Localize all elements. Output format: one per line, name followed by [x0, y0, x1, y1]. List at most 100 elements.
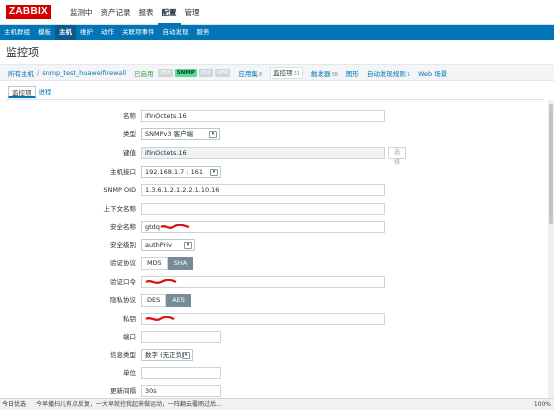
tab-label: 监控项	[273, 68, 293, 77]
menu-reports[interactable]: 报表	[135, 0, 158, 25]
tab-web-scenarios[interactable]: Web 场景	[418, 68, 447, 78]
auth-md5-option[interactable]: MD5	[141, 257, 168, 270]
daily-picks-link[interactable]: 今日优选	[2, 399, 26, 410]
select-key-button[interactable]: 选择	[388, 147, 407, 166]
submenu-host-groups[interactable]: 主机群组	[0, 25, 34, 40]
breadcrumb-host[interactable]: snmp_test_huaweifirewall	[42, 69, 126, 77]
submenu-templates[interactable]: 模板	[34, 25, 55, 40]
row-security-level: 安全级别 authPriv ▾	[0, 239, 554, 252]
interface-select[interactable]: 192.168.1.7 : 161 ▾	[141, 166, 221, 178]
auth-pass-input[interactable]	[141, 276, 385, 288]
top-bar: ZABBIX 监测中 资产记录 报表 配置 管理	[0, 0, 554, 25]
type-select[interactable]: SNMPv3 客户端 ▾	[141, 128, 220, 140]
auth-protocol-toggle: MD5 SHA	[141, 257, 194, 270]
security-name-label: 安全名称	[110, 223, 136, 231]
breadcrumb-separator: /	[37, 68, 40, 77]
name-input[interactable]: ifInOctets.16	[141, 110, 385, 122]
oid-label: SNMP OID	[103, 186, 136, 194]
interval-label: 更新间隔	[110, 387, 136, 395]
menu-inventory[interactable]: 资产记录	[97, 0, 135, 25]
host-status-enabled: 已启用	[134, 69, 154, 78]
page-scrollbar[interactable]	[548, 100, 554, 398]
menu-monitoring[interactable]: 监测中	[66, 0, 97, 25]
tab-label: 自动发现规则	[366, 69, 406, 78]
row-auth-pass: 验证口令	[0, 276, 554, 289]
context-input[interactable]	[141, 203, 385, 215]
tab-label: 应用集	[238, 69, 258, 78]
priv-key-label: 私钥	[123, 315, 136, 323]
snmp-badge: SNMP	[174, 68, 197, 77]
row-name: 名称 ifInOctets.16	[0, 110, 554, 123]
context-label: 上下文名称	[103, 205, 137, 213]
row-key: 键值 ifInOctets.16 选择	[0, 147, 554, 166]
tab-discovery-rules[interactable]: 自动发现规则1	[367, 68, 410, 78]
row-security-name: 安全名称 gtdq	[0, 221, 554, 234]
tab-count: 38	[331, 71, 338, 78]
row-oid: SNMP OID 1.3.6.1.2.1.2.2.1.10.16	[0, 184, 554, 197]
page-title: 监控项	[6, 46, 39, 59]
row-interval: 更新间隔 30s	[0, 385, 554, 398]
security-name-value: gtdq	[145, 223, 160, 231]
priv-protocol-label: 隐私协议	[110, 296, 136, 304]
tab-graphs[interactable]: 图形	[346, 68, 359, 78]
zabbix-logo[interactable]: ZABBIX	[6, 5, 52, 19]
auth-protocol-label: 验证协议	[110, 259, 136, 267]
units-label: 单位	[123, 369, 136, 377]
tab-count: 1	[406, 71, 410, 78]
submenu-actions[interactable]: 动作	[97, 25, 118, 40]
tab-count: 8	[258, 71, 263, 78]
security-level-select[interactable]: authPriv ▾	[141, 239, 195, 251]
scrollbar-thumb[interactable]	[549, 104, 553, 224]
key-input[interactable]: ifInOctets.16	[141, 147, 385, 159]
priv-aes-option[interactable]: AES	[166, 294, 191, 307]
row-interface: 主机接口 192.168.1.7 : 161 ▾	[0, 166, 554, 179]
auth-sha-option[interactable]: SHA	[167, 257, 194, 270]
breadcrumb: 所有主机 / snmp_test_huaweifirewall 已启用 ZBX …	[0, 64, 554, 81]
submenu-hosts[interactable]: 主机	[55, 25, 76, 40]
tab-count: 31	[293, 70, 300, 77]
submenu-services[interactable]: 服务	[193, 25, 214, 40]
name-label: 名称	[123, 112, 136, 120]
key-label: 键值	[123, 149, 136, 157]
form-tab-item[interactable]: 监控项	[8, 86, 36, 98]
row-priv-key: 私钥	[0, 313, 554, 326]
port-input[interactable]	[141, 331, 221, 343]
tab-items[interactable]: 监控项31	[270, 66, 303, 79]
priv-protocol-toggle: DES AES	[141, 294, 191, 307]
tab-label: 图形	[345, 69, 359, 78]
port-label: 端口	[123, 333, 136, 341]
row-port: 端口	[0, 331, 554, 344]
chevron-down-icon: ▾	[209, 131, 217, 138]
chevron-down-icon: ▾	[184, 242, 192, 249]
menu-configuration[interactable]: 配置	[157, 0, 181, 25]
units-input[interactable]	[141, 367, 221, 379]
tab-label: 触发器	[310, 69, 331, 78]
jmx-badge: JMX	[198, 68, 214, 77]
row-auth-protocol: 验证协议 MD5 SHA	[0, 257, 554, 270]
value-type-select[interactable]: 数字 (无正负) ▾	[141, 349, 193, 361]
form-tab-preprocessing[interactable]: 进程	[36, 86, 55, 99]
news-ticker[interactable]: 今早播扫儿有点反复，一大早就控我起来做运动，一阵翻云覆雨过后...	[36, 399, 222, 410]
tab-triggers[interactable]: 触发器38	[311, 68, 338, 78]
menu-administration[interactable]: 管理	[181, 0, 204, 25]
zoom-level[interactable]: 100%	[534, 399, 551, 410]
security-name-input[interactable]: gtdq	[141, 221, 385, 233]
submenu-correlation[interactable]: 关联项事件	[118, 25, 159, 40]
priv-key-input[interactable]	[141, 313, 385, 325]
security-level-value: authPriv	[145, 241, 172, 249]
browser-status-bar: 今日优选 今早播扫儿有点反复，一大早就控我起来做运动，一阵翻云覆雨过后... 1…	[0, 398, 554, 410]
type-value: SNMPv3 客户端	[145, 130, 194, 138]
tab-label: Web 场景	[418, 69, 448, 78]
priv-des-option[interactable]: DES	[141, 294, 167, 307]
submenu-maintenance[interactable]: 维护	[76, 25, 97, 40]
interface-label: 主机接口	[110, 168, 136, 176]
breadcrumb-all-hosts[interactable]: 所有主机	[8, 68, 34, 78]
tab-applications[interactable]: 应用集8	[238, 68, 262, 78]
interval-input[interactable]: 30s	[141, 385, 221, 397]
security-level-label: 安全级别	[110, 241, 136, 249]
interface-value: 192.168.1.7 : 161	[145, 168, 204, 176]
sub-menu: 主机群组 模板 主机 维护 动作 关联项事件 自动发现 服务	[0, 25, 554, 40]
oid-input[interactable]: 1.3.6.1.2.1.2.2.1.10.16	[141, 184, 385, 196]
row-units: 单位	[0, 367, 554, 380]
submenu-discovery[interactable]: 自动发现	[159, 25, 193, 40]
